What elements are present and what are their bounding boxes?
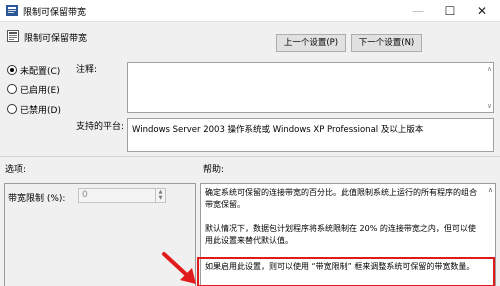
radio-label: 已禁用(D) [20,105,61,116]
annotation-arrow-icon [162,252,196,284]
help-paragraph: 确定系统可保留的连接带宽的百分比。此值限制系统上运行的所有程序的组合带宽保留。 [205,188,477,209]
minimize-button[interactable]: — [402,0,434,22]
previous-setting-button[interactable]: 上一个设置(P) [276,34,346,52]
next-setting-button[interactable]: 下一个设置(N) [351,34,422,52]
options-label: 选项: [5,165,27,175]
platform-value: Windows Server 2003 操作系统或 Windows XP Pro… [132,125,424,135]
bandwidth-limit-label: 带宽限制 (%): [8,194,66,204]
platform-label: 支持的平台: [76,122,125,132]
maximize-button[interactable]: ☐ [434,0,466,22]
section-divider [0,156,500,157]
scroll-up-icon[interactable]: ∧ [488,186,493,194]
radio-label: 已启用(E) [20,85,60,96]
annotation-highlight-box [197,257,495,286]
radio-enabled[interactable]: 已启用(E) [7,83,60,96]
comment-textarea[interactable]: ∧ ∨ [127,62,494,113]
policy-name: 限制可保留带宽 [24,34,88,44]
platform-field: Windows Server 2003 操作系统或 Windows XP Pro… [127,118,494,152]
scroll-up-icon[interactable]: ∧ [487,65,492,73]
radio-not-configured[interactable]: 未配置(C) [7,64,61,77]
radio-disabled[interactable]: 已禁用(D) [7,103,61,116]
help-label: 帮助: [203,165,225,175]
close-button[interactable]: ✕ [466,0,498,22]
scroll-down-icon[interactable]: ∨ [487,102,492,110]
policy-setting-icon [7,30,19,42]
radio-button[interactable] [7,104,17,114]
spinner-arrows-icon[interactable]: ▲ ▼ [155,189,165,202]
radio-label: 未配置(C) [20,66,61,77]
window-title: 限制可保留带宽 [23,8,87,18]
policy-window-icon [6,5,18,16]
radio-button[interactable] [7,84,17,94]
comment-label: 注释: [76,65,98,75]
radio-button[interactable] [7,65,17,75]
title-bar: 限制可保留带宽 — ☐ ✕ [0,0,500,22]
help-paragraph: 默认情况下，数据包计划程序将系统限制在 20% 的连接带宽之内，但可以使用此设置… [205,224,476,245]
bandwidth-limit-value: 0 [82,190,88,200]
bandwidth-limit-spinner[interactable]: 0 ▲ ▼ [78,188,166,203]
